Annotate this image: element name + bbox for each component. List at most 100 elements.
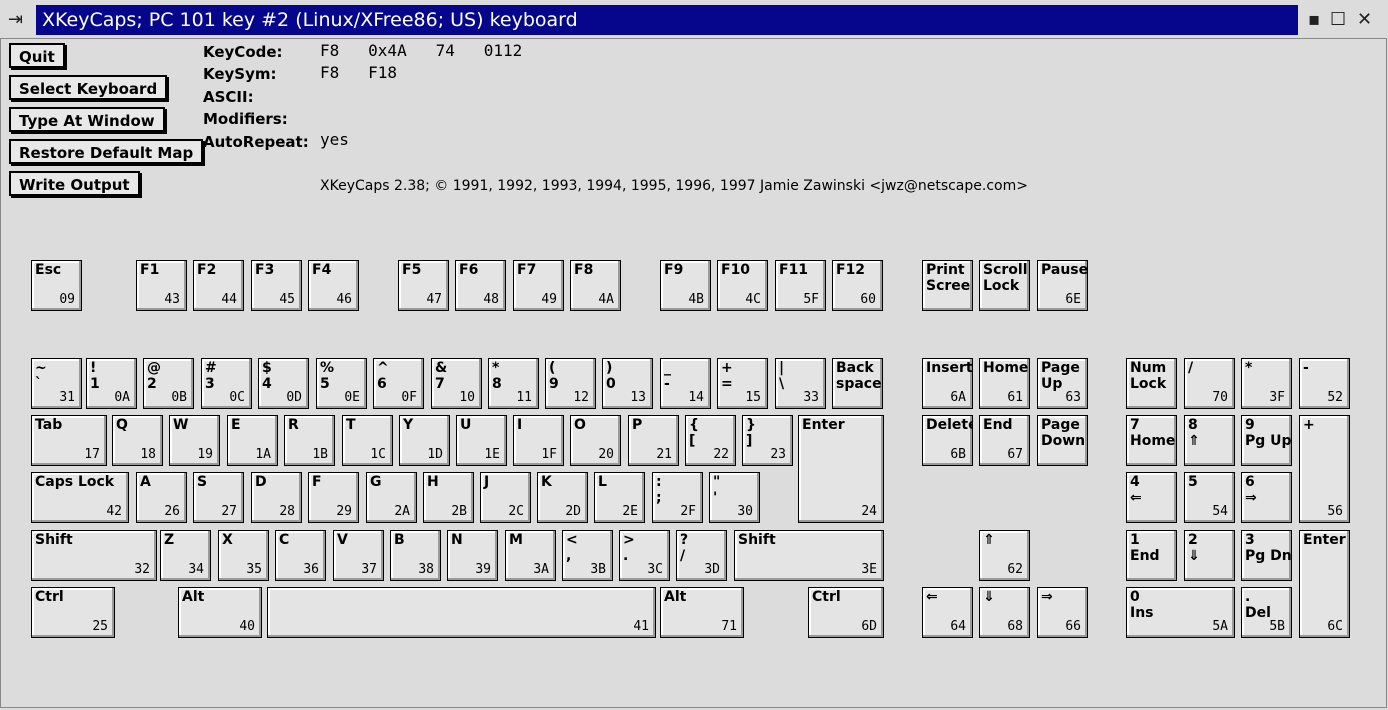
key[interactable]: } ] 23 — [742, 415, 793, 466]
key[interactable]: < , 3B — [562, 530, 613, 581]
key[interactable]: M 3A — [505, 530, 556, 581]
maximize-icon[interactable]: ☐ — [1330, 9, 1346, 30]
key[interactable]: Alt 40 — [178, 587, 262, 638]
key[interactable]: W 19 — [169, 415, 220, 466]
key[interactable]: . Del 5B — [1241, 587, 1292, 638]
key[interactable]: : ; 2F — [652, 472, 703, 523]
key[interactable]: Q 18 — [112, 415, 163, 466]
key[interactable]: D 28 — [251, 472, 302, 523]
key[interactable]: 41 — [267, 587, 656, 638]
key[interactable]: F5 47 — [398, 260, 449, 311]
key[interactable]: Enter 24 — [798, 415, 884, 523]
key[interactable]: Caps Lock 42 — [31, 472, 129, 523]
key[interactable]: Scroll Lock — [979, 260, 1030, 311]
key[interactable]: 7 Home — [1126, 415, 1177, 466]
key[interactable]: Back space — [832, 358, 883, 409]
key[interactable]: Ctrl 6D — [808, 587, 884, 638]
key[interactable]: Enter 6C — [1299, 530, 1350, 638]
key[interactable]: F8 4A — [570, 260, 621, 311]
key[interactable]: 4 ⇐ — [1126, 472, 1177, 523]
key[interactable]: ⇑ 62 — [979, 530, 1030, 581]
key[interactable]: Page Down — [1037, 415, 1088, 466]
key[interactable]: 0 Ins 5A — [1126, 587, 1235, 638]
key[interactable]: F1 43 — [136, 260, 187, 311]
key[interactable]: Tab 17 — [31, 415, 107, 466]
type-at-window-button[interactable]: Type At Window — [9, 107, 165, 132]
title-bar[interactable]: ⇥ XKeyCaps; PC 101 key #2 (Linux/XFree86… — [0, 0, 1388, 40]
key[interactable]: F12 60 — [832, 260, 883, 311]
key[interactable]: F10 4C — [717, 260, 768, 311]
minimize-icon[interactable]: ▪ — [1308, 9, 1320, 30]
key[interactable]: T 1C — [342, 415, 393, 466]
key[interactable]: F6 48 — [455, 260, 506, 311]
key[interactable]: X 35 — [218, 530, 269, 581]
key[interactable]: & 7 10 — [431, 358, 482, 409]
key[interactable]: ⇒ 66 — [1037, 587, 1088, 638]
key[interactable]: " ' 30 — [709, 472, 760, 523]
key[interactable]: V 37 — [333, 530, 384, 581]
key[interactable]: { [22 — [685, 415, 736, 466]
key[interactable]: F7 49 — [513, 260, 564, 311]
key[interactable]: Page Up 63 — [1037, 358, 1088, 409]
key[interactable]: ! 1 0A — [86, 358, 137, 409]
key[interactable]: _ - 14 — [660, 358, 711, 409]
key[interactable]: | \ 33 — [775, 358, 826, 409]
key[interactable]: 9 Pg Up — [1241, 415, 1292, 466]
key[interactable]: F4 46 — [308, 260, 359, 311]
key[interactable]: 8 ⇑ — [1184, 415, 1235, 466]
key[interactable]: Print Scree — [922, 260, 973, 311]
key[interactable]: 5 54 — [1184, 472, 1235, 523]
key[interactable]: Shift 32 — [31, 530, 157, 581]
key[interactable]: # 3 0C — [201, 358, 252, 409]
key[interactable]: Ctrl 25 — [31, 587, 115, 638]
key[interactable]: * 3F — [1241, 358, 1292, 409]
key[interactable]: A 26 — [136, 472, 187, 523]
key[interactable]: C 36 — [275, 530, 326, 581]
window-menu-icon[interactable]: ⇥ — [8, 9, 23, 30]
key[interactable]: H 2B — [423, 472, 474, 523]
key[interactable]: F2 44 — [193, 260, 244, 311]
key[interactable]: Home 61 — [979, 358, 1030, 409]
key[interactable]: F9 4B — [660, 260, 711, 311]
restore-default-map-button[interactable]: Restore Default Map — [9, 139, 204, 164]
key[interactable]: ⇓ 68 — [979, 587, 1030, 638]
write-output-button[interactable]: Write Output — [9, 171, 140, 196]
key[interactable]: 1 End — [1126, 530, 1177, 581]
key[interactable]: Y 1D — [399, 415, 450, 466]
key[interactable]: 6 ⇒ — [1241, 472, 1292, 523]
key[interactable]: J 2C — [480, 472, 531, 523]
key[interactable]: 2 ⇓ — [1184, 530, 1235, 581]
key[interactable]: * 8 11 — [488, 358, 539, 409]
key[interactable]: F 29 — [308, 472, 359, 523]
key[interactable]: I 1F — [513, 415, 564, 466]
key[interactable]: B 38 — [390, 530, 441, 581]
key[interactable]: O 20 — [570, 415, 621, 466]
key[interactable]: Shift 3E — [734, 530, 884, 581]
key[interactable]: ) 0 13 — [602, 358, 653, 409]
key[interactable]: Pause 6E — [1037, 260, 1088, 311]
key[interactable]: % 5 0E — [316, 358, 367, 409]
key[interactable]: Esc 09 — [31, 260, 82, 311]
key[interactable]: F3 45 — [251, 260, 302, 311]
key[interactable]: N 39 — [447, 530, 498, 581]
key[interactable]: ? / 3D — [676, 530, 727, 581]
key[interactable]: ^ 6 0F — [373, 358, 424, 409]
key[interactable]: L 2E — [594, 472, 645, 523]
close-icon[interactable]: ✕ — [1357, 9, 1372, 30]
key[interactable]: +56 — [1299, 415, 1350, 523]
key[interactable]: End 67 — [979, 415, 1030, 466]
key[interactable]: G 2A — [366, 472, 417, 523]
key[interactable]: P 21 — [628, 415, 679, 466]
key[interactable]: ⇐ 64 — [922, 587, 973, 638]
key[interactable]: - 52 — [1299, 358, 1350, 409]
key[interactable]: K 2D — [537, 472, 588, 523]
quit-button[interactable]: Quit — [9, 43, 65, 68]
key[interactable]: Z 34 — [160, 530, 211, 581]
key[interactable]: Insert 6A — [922, 358, 973, 409]
select-keyboard-button[interactable]: Select Keyboard — [9, 75, 168, 100]
key[interactable]: > . 3C — [619, 530, 670, 581]
key[interactable]: + = 15 — [717, 358, 768, 409]
key[interactable]: U 1E — [456, 415, 507, 466]
key[interactable]: R 1B — [284, 415, 335, 466]
key[interactable]: Alt 71 — [660, 587, 744, 638]
